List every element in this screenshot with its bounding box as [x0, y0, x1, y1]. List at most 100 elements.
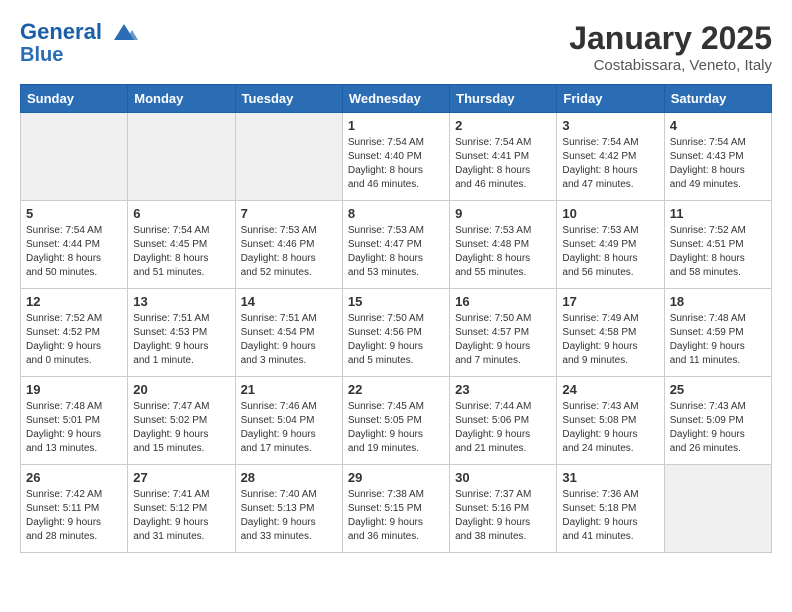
cell-info: Sunrise: 7:52 AM Sunset: 4:52 PM Dayligh…: [26, 312, 122, 368]
cell-info: Sunrise: 7:53 AM Sunset: 4:46 PM Dayligh…: [241, 224, 337, 280]
calendar-title: January 2025: [569, 20, 772, 57]
logo-blue: Blue: [20, 44, 140, 66]
cell-info: Sunrise: 7:50 AM Sunset: 4:57 PM Dayligh…: [455, 312, 551, 368]
calendar-cell: 21 Sunrise: 7:46 AM Sunset: 5:04 PM Dayli…: [235, 377, 342, 465]
cell-info: Sunrise: 7:54 AM Sunset: 4:42 PM Dayligh…: [562, 136, 658, 192]
calendar-cell: 1 Sunrise: 7:54 AM Sunset: 4:40 PM Daylig…: [342, 113, 449, 201]
cell-info: Sunrise: 7:49 AM Sunset: 4:58 PM Dayligh…: [562, 312, 658, 368]
day-number: 8: [348, 206, 444, 221]
calendar-cell: 30 Sunrise: 7:37 AM Sunset: 5:16 PM Dayli…: [450, 465, 557, 553]
day-number: 13: [133, 294, 229, 309]
logo-general: General: [20, 19, 102, 44]
day-number: 14: [241, 294, 337, 309]
day-number: 31: [562, 470, 658, 485]
cell-info: Sunrise: 7:51 AM Sunset: 4:53 PM Dayligh…: [133, 312, 229, 368]
cell-info: Sunrise: 7:43 AM Sunset: 5:09 PM Dayligh…: [670, 400, 766, 456]
cell-info: Sunrise: 7:37 AM Sunset: 5:16 PM Dayligh…: [455, 488, 551, 544]
cell-info: Sunrise: 7:38 AM Sunset: 5:15 PM Dayligh…: [348, 488, 444, 544]
day-number: 9: [455, 206, 551, 221]
cell-info: Sunrise: 7:43 AM Sunset: 5:08 PM Dayligh…: [562, 400, 658, 456]
day-number: 3: [562, 118, 658, 133]
calendar-cell: 29 Sunrise: 7:38 AM Sunset: 5:15 PM Dayli…: [342, 465, 449, 553]
cell-info: Sunrise: 7:54 AM Sunset: 4:40 PM Dayligh…: [348, 136, 444, 192]
calendar-cell: [21, 113, 128, 201]
cell-info: Sunrise: 7:52 AM Sunset: 4:51 PM Dayligh…: [670, 224, 766, 280]
weekday-header-tuesday: Tuesday: [235, 85, 342, 113]
calendar-week-4: 19 Sunrise: 7:48 AM Sunset: 5:01 PM Dayli…: [21, 377, 772, 465]
day-number: 4: [670, 118, 766, 133]
calendar-cell: 14 Sunrise: 7:51 AM Sunset: 4:54 PM Dayli…: [235, 289, 342, 377]
day-number: 26: [26, 470, 122, 485]
cell-info: Sunrise: 7:54 AM Sunset: 4:44 PM Dayligh…: [26, 224, 122, 280]
day-number: 19: [26, 382, 122, 397]
title-area: January 2025 Costabissara, Veneto, Italy: [569, 20, 772, 74]
page-header: General Blue January 2025 Costabissara, …: [20, 20, 772, 74]
cell-info: Sunrise: 7:53 AM Sunset: 4:49 PM Dayligh…: [562, 224, 658, 280]
day-number: 10: [562, 206, 658, 221]
day-number: 16: [455, 294, 551, 309]
cell-info: Sunrise: 7:53 AM Sunset: 4:48 PM Dayligh…: [455, 224, 551, 280]
calendar-cell: 31 Sunrise: 7:36 AM Sunset: 5:18 PM Dayli…: [557, 465, 664, 553]
calendar-cell: 22Sunrise: 7:45 AM Sunset: 5:05 PM Dayli…: [342, 377, 449, 465]
cell-info: Sunrise: 7:42 AM Sunset: 5:11 PM Dayligh…: [26, 488, 122, 544]
calendar-cell: 10 Sunrise: 7:53 AM Sunset: 4:49 PM Dayli…: [557, 201, 664, 289]
day-number: 5: [26, 206, 122, 221]
calendar-week-2: 5 Sunrise: 7:54 AM Sunset: 4:44 PM Daylig…: [21, 201, 772, 289]
day-number: 28: [241, 470, 337, 485]
calendar-cell: 15 Sunrise: 7:50 AM Sunset: 4:56 PM Dayli…: [342, 289, 449, 377]
logo-icon: [110, 22, 138, 44]
cell-info: Sunrise: 7:54 AM Sunset: 4:45 PM Dayligh…: [133, 224, 229, 280]
calendar-cell: 17Sunrise: 7:49 AM Sunset: 4:58 PM Dayli…: [557, 289, 664, 377]
day-number: 20: [133, 382, 229, 397]
calendar-subtitle: Costabissara, Veneto, Italy: [569, 57, 772, 74]
calendar-cell: 12Sunrise: 7:52 AM Sunset: 4:52 PM Dayli…: [21, 289, 128, 377]
weekday-header-friday: Friday: [557, 85, 664, 113]
cell-info: Sunrise: 7:45 AM Sunset: 5:05 PM Dayligh…: [348, 400, 444, 456]
day-number: 7: [241, 206, 337, 221]
cell-info: Sunrise: 7:54 AM Sunset: 4:41 PM Dayligh…: [455, 136, 551, 192]
calendar-cell: 2 Sunrise: 7:54 AM Sunset: 4:41 PM Daylig…: [450, 113, 557, 201]
calendar-cell: 26 Sunrise: 7:42 AM Sunset: 5:11 PM Dayli…: [21, 465, 128, 553]
logo-text: General: [20, 20, 140, 44]
calendar-week-3: 12Sunrise: 7:52 AM Sunset: 4:52 PM Dayli…: [21, 289, 772, 377]
day-number: 1: [348, 118, 444, 133]
day-number: 21: [241, 382, 337, 397]
day-number: 29: [348, 470, 444, 485]
weekday-header-saturday: Saturday: [664, 85, 771, 113]
cell-info: Sunrise: 7:50 AM Sunset: 4:56 PM Dayligh…: [348, 312, 444, 368]
calendar-cell: 4 Sunrise: 7:54 AM Sunset: 4:43 PM Daylig…: [664, 113, 771, 201]
day-number: 6: [133, 206, 229, 221]
calendar-cell: 25 Sunrise: 7:43 AM Sunset: 5:09 PM Dayli…: [664, 377, 771, 465]
cell-info: Sunrise: 7:46 AM Sunset: 5:04 PM Dayligh…: [241, 400, 337, 456]
calendar-week-1: 1 Sunrise: 7:54 AM Sunset: 4:40 PM Daylig…: [21, 113, 772, 201]
calendar-cell: 9 Sunrise: 7:53 AM Sunset: 4:48 PM Daylig…: [450, 201, 557, 289]
calendar-cell: 3 Sunrise: 7:54 AM Sunset: 4:42 PM Daylig…: [557, 113, 664, 201]
calendar-cell: 6 Sunrise: 7:54 AM Sunset: 4:45 PM Daylig…: [128, 201, 235, 289]
calendar-cell: 27Sunrise: 7:41 AM Sunset: 5:12 PM Dayli…: [128, 465, 235, 553]
cell-info: Sunrise: 7:48 AM Sunset: 5:01 PM Dayligh…: [26, 400, 122, 456]
weekday-header-sunday: Sunday: [21, 85, 128, 113]
calendar-cell: 16 Sunrise: 7:50 AM Sunset: 4:57 PM Dayli…: [450, 289, 557, 377]
calendar-cell: [128, 113, 235, 201]
calendar-cell: 28Sunrise: 7:40 AM Sunset: 5:13 PM Dayli…: [235, 465, 342, 553]
day-number: 11: [670, 206, 766, 221]
calendar-cell: [664, 465, 771, 553]
day-number: 25: [670, 382, 766, 397]
calendar-week-5: 26 Sunrise: 7:42 AM Sunset: 5:11 PM Dayli…: [21, 465, 772, 553]
day-number: 30: [455, 470, 551, 485]
cell-info: Sunrise: 7:54 AM Sunset: 4:43 PM Dayligh…: [670, 136, 766, 192]
calendar-cell: 23Sunrise: 7:44 AM Sunset: 5:06 PM Dayli…: [450, 377, 557, 465]
day-number: 2: [455, 118, 551, 133]
calendar-cell: 5 Sunrise: 7:54 AM Sunset: 4:44 PM Daylig…: [21, 201, 128, 289]
cell-info: Sunrise: 7:51 AM Sunset: 4:54 PM Dayligh…: [241, 312, 337, 368]
calendar-cell: 11 Sunrise: 7:52 AM Sunset: 4:51 PM Dayli…: [664, 201, 771, 289]
calendar-cell: 18Sunrise: 7:48 AM Sunset: 4:59 PM Dayli…: [664, 289, 771, 377]
calendar-cell: 19 Sunrise: 7:48 AM Sunset: 5:01 PM Dayli…: [21, 377, 128, 465]
cell-info: Sunrise: 7:53 AM Sunset: 4:47 PM Dayligh…: [348, 224, 444, 280]
day-number: 15: [348, 294, 444, 309]
calendar-cell: [235, 113, 342, 201]
weekday-header-row: SundayMondayTuesdayWednesdayThursdayFrid…: [21, 85, 772, 113]
cell-info: Sunrise: 7:36 AM Sunset: 5:18 PM Dayligh…: [562, 488, 658, 544]
calendar-cell: 13 Sunrise: 7:51 AM Sunset: 4:53 PM Dayli…: [128, 289, 235, 377]
logo: General Blue: [20, 20, 140, 66]
